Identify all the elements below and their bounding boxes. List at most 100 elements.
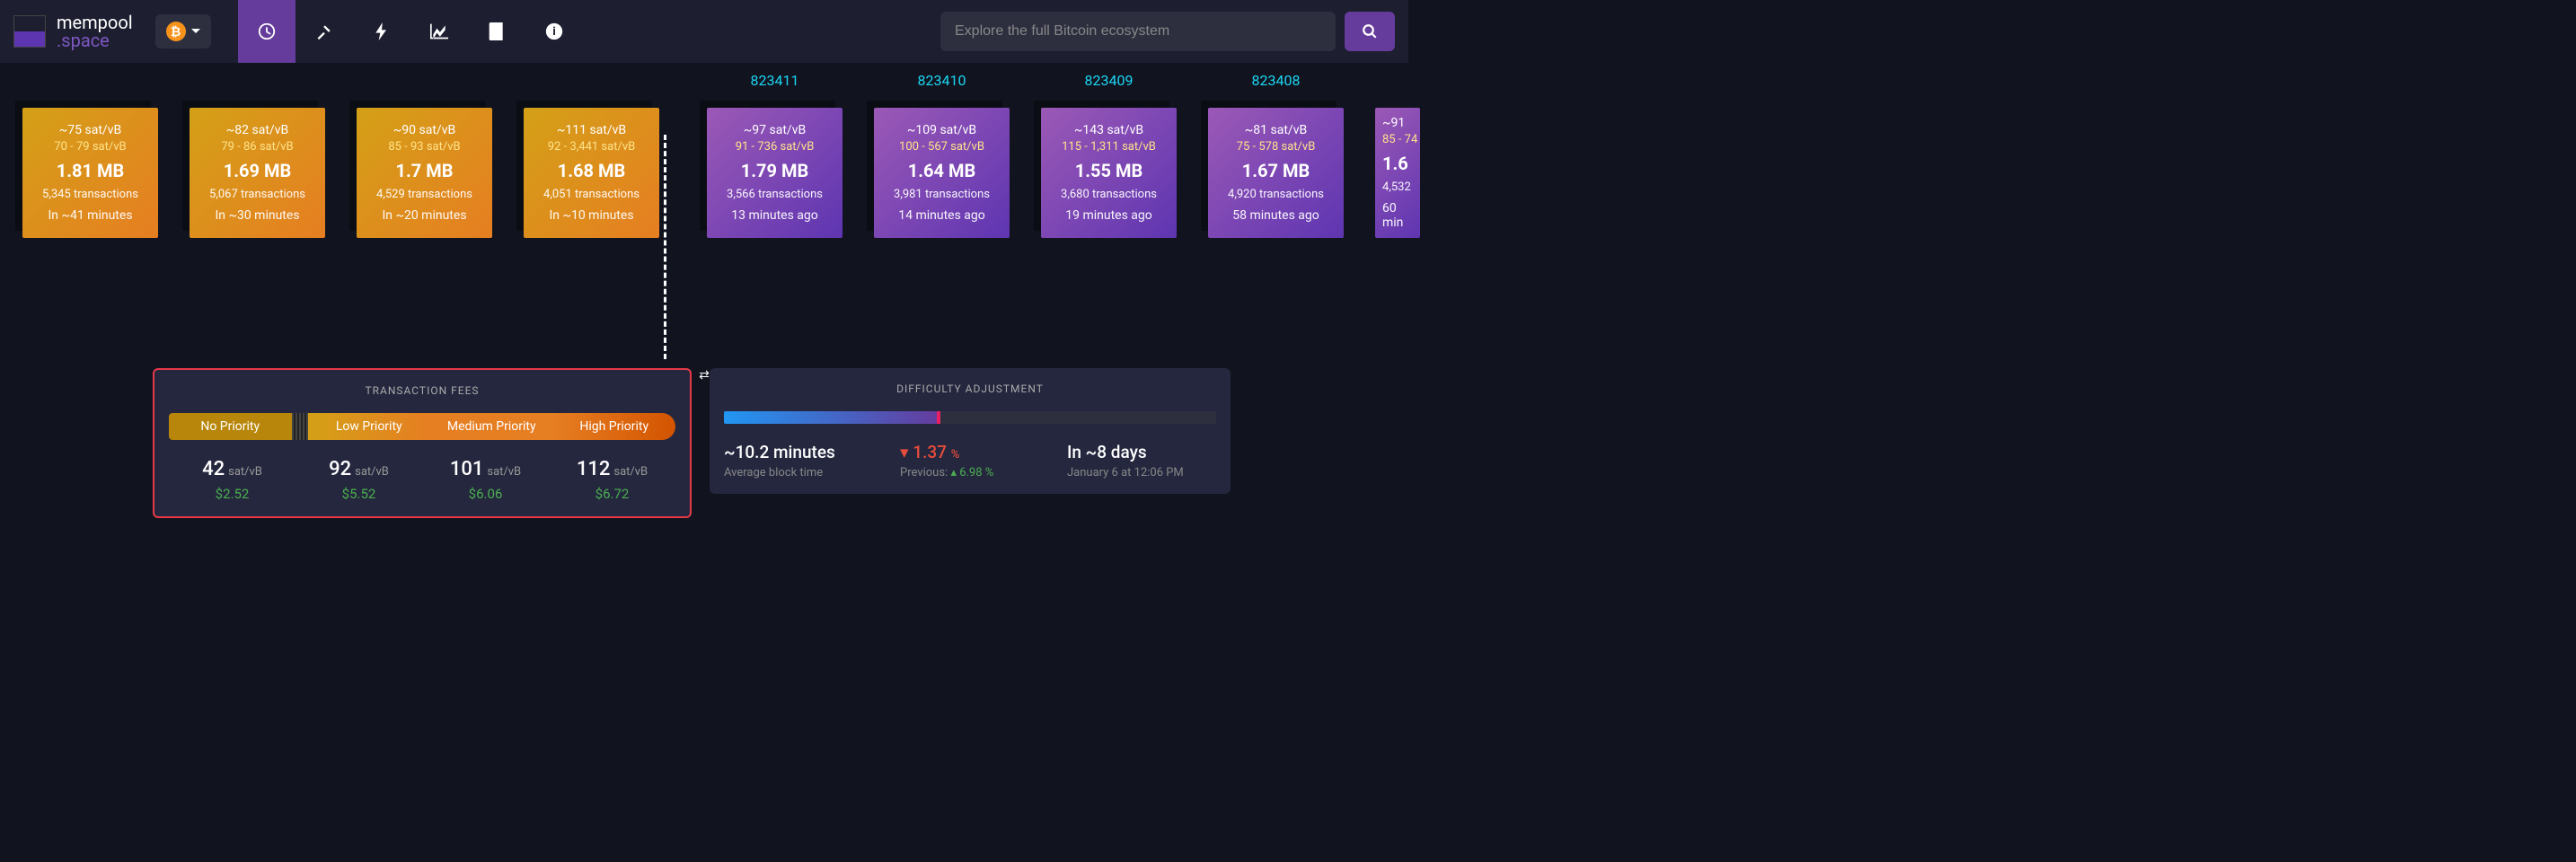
block-time: 14 minutes ago	[898, 208, 985, 223]
block-tx-count: 3,566 transactions	[727, 188, 823, 201]
mined-block[interactable]: 823410 ~109 sat/vB 100 - 567 sat/vB 1.64…	[874, 108, 1010, 238]
block-size: 1.79 MB	[741, 160, 808, 181]
block-size: 1.69 MB	[224, 160, 291, 181]
block-time: 58 minutes ago	[1232, 208, 1319, 223]
bitcoin-icon: ₿	[166, 22, 186, 41]
block-size: 1.6	[1382, 153, 1408, 174]
avg-block-time: ~10.2 minutes Average block time	[724, 442, 873, 479]
block-size: 1.64 MB	[908, 160, 975, 181]
block-height[interactable]: 823410	[874, 72, 1010, 89]
block-time: 13 minutes ago	[731, 208, 818, 223]
fee-header-high-priority: High Priority	[553, 413, 676, 440]
block-median-fee: ~75 sat/vB	[59, 123, 121, 137]
block-fee-range: 85 - 74	[1382, 133, 1417, 146]
block-tx-count: 4,051 transactions	[543, 188, 640, 201]
block-median-fee: ~97 sat/vB	[744, 123, 806, 137]
next-adjustment: In ~8 days January 6 at 12:06 PM	[1049, 442, 1216, 479]
search-icon	[1362, 23, 1378, 40]
chart-icon	[430, 23, 448, 40]
difficulty-change: ▾ 1.37 % Previous: ▴ 6.98 %	[873, 442, 1049, 479]
blocks-divider	[664, 135, 666, 359]
block-median-fee: ~81 sat/vB	[1245, 123, 1307, 137]
fee-value-high-priority: 112sat/vB $6.72	[549, 458, 675, 502]
mined-block[interactable]: 823408 ~81 sat/vB 75 - 578 sat/vB 1.67 M…	[1208, 108, 1344, 238]
block-time: 19 minutes ago	[1065, 208, 1152, 223]
block-fee-range: 85 - 93 sat/vB	[388, 140, 460, 154]
block-fee-range: 91 - 736 sat/vB	[736, 140, 815, 154]
block-median-fee: ~91	[1382, 116, 1405, 130]
mined-block[interactable]: 823411 ~97 sat/vB 91 - 736 sat/vB 1.79 M…	[707, 108, 842, 238]
block-fee-range: 70 - 79 sat/vB	[54, 140, 126, 154]
block-tx-count: 5,067 transactions	[209, 188, 305, 201]
block-eta: In ~30 minutes	[215, 208, 299, 223]
nav-docs[interactable]	[468, 0, 525, 63]
lightning-icon	[375, 22, 389, 40]
fee-header-low-priority: Low Priority	[308, 413, 431, 440]
block-fee-range: 115 - 1,311 sat/vB	[1062, 140, 1156, 154]
block-tx-count: 3,680 transactions	[1061, 188, 1157, 201]
difficulty-adjustment-card: Difficulty Adjustment ~10.2 minutes Aver…	[710, 368, 1231, 494]
mempool-block[interactable]: ~75 sat/vB 70 - 79 sat/vB 1.81 MB 5,345 …	[22, 108, 158, 238]
block-tx-count: 4,920 transactions	[1228, 188, 1324, 201]
block-eta: In ~10 minutes	[549, 208, 633, 223]
info-icon: i	[545, 22, 563, 40]
block-tx-count: 4,529 transactions	[376, 188, 472, 201]
block-fee-range: 79 - 86 sat/vB	[221, 140, 293, 154]
block-size: 1.55 MB	[1075, 160, 1142, 181]
logo-text: mempool.space	[57, 13, 133, 49]
fee-value-no-priority: 42sat/vB $2.52	[169, 458, 296, 502]
book-icon	[489, 22, 505, 40]
mined-block[interactable]: 823409 ~143 sat/vB 115 - 1,311 sat/vB 1.…	[1041, 108, 1177, 238]
dashboard-icon	[257, 22, 277, 41]
card-title: Transaction Fees	[169, 384, 675, 397]
logo-icon	[13, 15, 46, 48]
block-fee-range: 92 - 3,441 sat/vB	[548, 140, 635, 154]
block-eta: In ~20 minutes	[382, 208, 466, 223]
block-median-fee: ~82 sat/vB	[226, 123, 288, 137]
nav-dashboard[interactable]	[238, 0, 296, 63]
fee-value-low-priority: 92sat/vB $5.52	[296, 458, 422, 502]
mempool-block[interactable]: ~82 sat/vB 79 - 86 sat/vB 1.69 MB 5,067 …	[190, 108, 325, 238]
nav-lightning[interactable]	[353, 0, 410, 63]
transaction-fees-card: Transaction Fees No Priority Low Priorit…	[153, 368, 692, 518]
block-tx-count: 4,532	[1382, 180, 1411, 194]
search-input[interactable]	[940, 12, 1336, 51]
fee-value-medium-priority: 101sat/vB $6.06	[422, 458, 549, 502]
block-eta: In ~41 minutes	[48, 208, 132, 223]
block-median-fee: ~109 sat/vB	[907, 123, 976, 137]
mempool-block[interactable]: ~90 sat/vB 85 - 93 sat/vB 1.7 MB 4,529 t…	[357, 108, 492, 238]
mined-block[interactable]: 8234 ~91 85 - 74 1.6 4,532 60 min	[1375, 108, 1420, 238]
block-height[interactable]: 823409	[1041, 72, 1177, 89]
block-tx-count: 3,981 transactions	[894, 188, 990, 201]
fee-header-medium-priority: Medium Priority	[430, 413, 553, 440]
block-fee-range: 100 - 567 sat/vB	[899, 140, 984, 154]
fee-priority-bar: No Priority Low Priority Medium Priority…	[169, 413, 675, 440]
search-button[interactable]	[1345, 12, 1395, 51]
block-median-fee: ~90 sat/vB	[393, 123, 455, 137]
nav-mining[interactable]	[296, 0, 353, 63]
difficulty-progress-bar	[724, 411, 1216, 424]
svg-text:i: i	[552, 25, 556, 39]
block-time: 60 min	[1382, 201, 1420, 230]
block-size: 1.81 MB	[57, 160, 124, 181]
block-median-fee: ~143 sat/vB	[1074, 123, 1143, 137]
block-size: 1.7 MB	[396, 160, 454, 181]
hammer-icon	[315, 22, 333, 40]
network-dropdown[interactable]: ₿	[155, 14, 211, 48]
fee-header-separator	[292, 413, 308, 440]
nav-graphs[interactable]	[410, 0, 468, 63]
mempool-block[interactable]: ~111 sat/vB 92 - 3,441 sat/vB 1.68 MB 4,…	[524, 108, 659, 238]
swap-icon[interactable]: ⇄	[699, 368, 710, 383]
block-tx-count: 5,345 transactions	[42, 188, 138, 201]
block-fee-range: 75 - 578 sat/vB	[1237, 140, 1316, 154]
logo[interactable]: mempool.space	[13, 13, 133, 49]
block-height[interactable]: 823408	[1208, 72, 1344, 89]
block-size: 1.68 MB	[558, 160, 625, 181]
fee-header-no-priority: No Priority	[169, 413, 292, 440]
block-size: 1.67 MB	[1242, 160, 1310, 181]
nav-about[interactable]: i	[525, 0, 583, 63]
chevron-down-icon	[191, 29, 200, 34]
block-height[interactable]: 823411	[707, 72, 842, 89]
card-title: Difficulty Adjustment	[724, 383, 1216, 395]
block-median-fee: ~111 sat/vB	[557, 123, 626, 137]
